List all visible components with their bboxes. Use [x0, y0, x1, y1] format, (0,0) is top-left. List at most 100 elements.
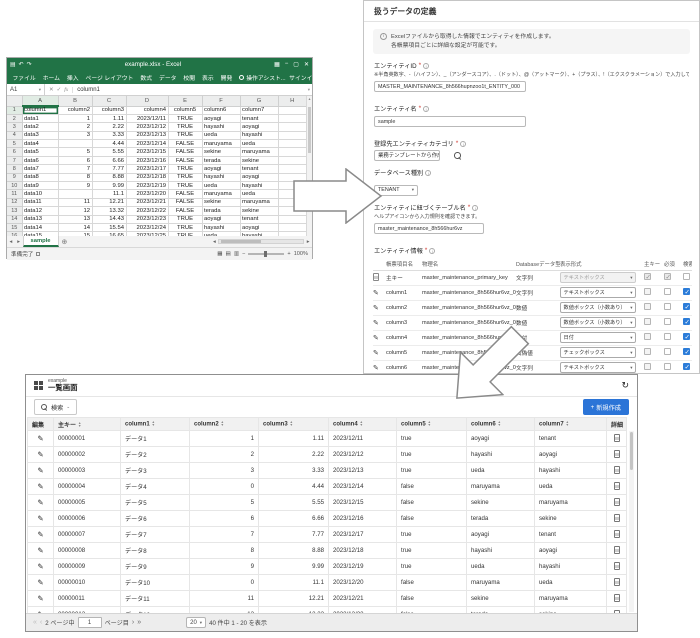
cell[interactable]: data15 [22, 232, 58, 236]
cell[interactable]: hayashi [240, 131, 278, 139]
cell[interactable]: maruyama [202, 190, 240, 198]
sort-icon[interactable]: ▲▼ [221, 421, 224, 427]
cell[interactable]: aoyagi [240, 223, 278, 231]
detail-doc-icon[interactable] [614, 514, 620, 522]
ribbon-tab[interactable]: 校閲 [180, 73, 199, 82]
detail-doc-icon[interactable] [614, 562, 620, 570]
row-header[interactable]: 10 [7, 182, 22, 190]
cell[interactable]: ueda [240, 190, 278, 198]
cell[interactable] [278, 223, 307, 231]
cell[interactable]: sekine [240, 156, 278, 164]
add-sheet-icon[interactable]: ⊕ [59, 238, 71, 246]
cell[interactable]: terada [202, 156, 240, 164]
close-icon[interactable]: ✕ [304, 61, 309, 68]
column-header[interactable]: H [278, 96, 307, 106]
page-size-select[interactable]: 20▾ [186, 617, 206, 628]
cell[interactable]: 12 [58, 207, 92, 215]
row-header[interactable]: 11 [7, 190, 22, 198]
row-header[interactable]: 14 [7, 215, 22, 223]
info-icon[interactable]: i [423, 63, 429, 69]
row-type-icon[interactable] [373, 304, 379, 312]
info-icon[interactable]: i [460, 141, 466, 147]
cell[interactable]: data14 [22, 223, 58, 231]
cell[interactable]: column3 [92, 106, 126, 114]
sort-icon[interactable]: ▲▼ [566, 421, 569, 427]
cell[interactable]: 16.65 [92, 232, 126, 236]
cell[interactable]: 15.54 [92, 223, 126, 231]
cell[interactable]: TRUE [168, 215, 202, 223]
cell[interactable]: data8 [22, 173, 58, 181]
column-header[interactable]: A [22, 96, 58, 106]
scrollbar-thumb[interactable] [308, 107, 311, 153]
search-condition-checkbox[interactable] [683, 363, 690, 370]
ribbon-tab[interactable]: データ [156, 73, 180, 82]
cell[interactable]: FALSE [168, 198, 202, 206]
cell[interactable]: 12.21 [92, 198, 126, 206]
cell[interactable]: hayashi [202, 123, 240, 131]
column-header[interactable]: F [202, 96, 240, 106]
cell[interactable] [58, 140, 92, 148]
search-condition-checkbox[interactable] [683, 273, 690, 280]
zoom-out-icon[interactable]: − [242, 251, 245, 257]
display-type-select[interactable]: テキストボックス▾ [560, 287, 636, 298]
cell[interactable]: TRUE [168, 123, 202, 131]
search-button[interactable]: 検索 ⌄ [34, 399, 77, 415]
enter-icon[interactable]: ✓ [57, 87, 62, 93]
display-type-select[interactable]: チェックボックス▾ [560, 347, 636, 358]
list-column-header[interactable]: 主キー▲▼ [54, 418, 121, 431]
cell[interactable]: 5 [58, 148, 92, 156]
cell[interactable] [278, 156, 307, 164]
cell[interactable]: hayashi [202, 223, 240, 231]
search-condition-checkbox[interactable] [683, 318, 690, 325]
cell[interactable] [278, 131, 307, 139]
cell[interactable]: data4 [22, 140, 58, 148]
row-header[interactable]: 2 [7, 114, 22, 122]
edit-pencil-icon[interactable]: ✎ [37, 530, 43, 539]
pk-checkbox[interactable] [644, 318, 651, 325]
cell[interactable]: 7.77 [92, 165, 126, 173]
ribbon-tab[interactable]: ホーム [39, 73, 63, 82]
ribbon-tab[interactable]: 操作アシスト... [236, 73, 289, 82]
maximize-icon[interactable]: ▢ [293, 61, 299, 68]
row-header[interactable]: 4 [7, 131, 22, 139]
cell[interactable]: TRUE [168, 165, 202, 173]
required-checkbox[interactable] [664, 303, 671, 310]
cell[interactable]: 9 [58, 182, 92, 190]
sort-icon[interactable]: ▲▼ [290, 421, 293, 427]
row-header[interactable]: 5 [7, 140, 22, 148]
row-type-icon[interactable] [373, 364, 379, 372]
list-column-header[interactable]: column5▲▼ [397, 418, 467, 431]
cell[interactable]: TRUE [168, 182, 202, 190]
detail-doc-icon[interactable] [614, 498, 620, 506]
search-condition-checkbox[interactable] [683, 303, 690, 310]
sheet-prev-icon[interactable]: ◂ [7, 239, 15, 245]
cell[interactable]: 2023/12/17 [126, 165, 168, 173]
cell[interactable]: 15 [58, 232, 92, 236]
row-header[interactable]: 15 [7, 223, 22, 231]
macro-record-icon[interactable] [36, 252, 40, 256]
cell[interactable]: 2023/12/20 [126, 190, 168, 198]
cell[interactable]: data13 [22, 215, 58, 223]
edit-pencil-icon[interactable]: ✎ [37, 514, 43, 523]
cell[interactable]: sekine [202, 148, 240, 156]
sort-icon[interactable]: ▲▼ [360, 421, 363, 427]
edit-pencil-icon[interactable]: ✎ [37, 498, 43, 507]
cell[interactable]: 2023/12/21 [126, 198, 168, 206]
cell[interactable]: 2023/12/12 [126, 123, 168, 131]
row-header[interactable]: 13 [7, 207, 22, 215]
table-name-input[interactable]: master_maintenance_8h566hur6vz [374, 223, 484, 234]
detail-doc-icon[interactable] [614, 434, 620, 442]
formula-bar[interactable]: column1 [73, 87, 308, 93]
cell[interactable]: aoyagi [240, 123, 278, 131]
row-type-icon[interactable] [373, 334, 379, 342]
vertical-scrollbar[interactable] [629, 431, 634, 612]
list-column-header[interactable]: column2▲▼ [190, 418, 259, 431]
minimize-icon[interactable]: − [285, 61, 289, 68]
cell[interactable]: 1.11 [92, 114, 126, 122]
first-page-icon[interactable]: « [33, 619, 37, 626]
edit-pencil-icon[interactable]: ✎ [37, 562, 43, 571]
cell[interactable]: data7 [22, 165, 58, 173]
cell[interactable]: terada [202, 207, 240, 215]
display-type-select[interactable]: 数値ボックス（小数あり）▾ [560, 317, 636, 328]
cell[interactable]: 5.55 [92, 148, 126, 156]
